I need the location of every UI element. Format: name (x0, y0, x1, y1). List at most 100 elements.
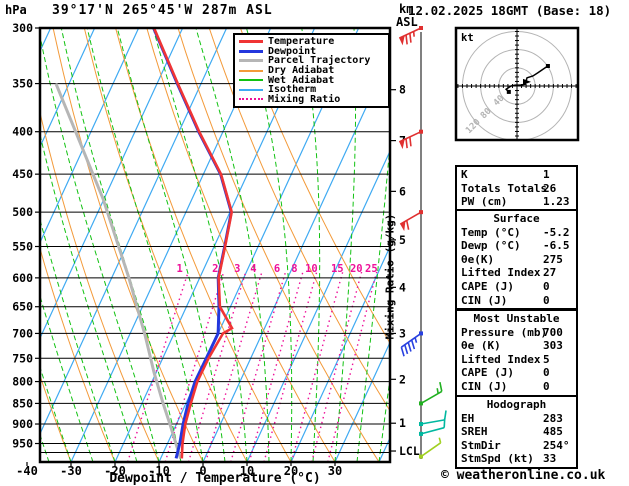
table-header: Hodograph (486, 398, 547, 411)
table-row-value: 700 (543, 325, 563, 339)
dry-adiabat-line (40, 110, 160, 462)
mixing-ratio-tick-label: 2 (212, 263, 218, 275)
table-row-value: 0 (543, 293, 550, 307)
table-row: Lifted Index 5 (457, 353, 576, 367)
hodograph: 4080120 (456, 28, 578, 140)
pressure-tick-label: 500 (12, 205, 33, 219)
credit-footer: © weatheronline.co.uk (441, 468, 606, 483)
table-row-value: 303 (543, 339, 563, 353)
table-row-label: CAPE (J) (461, 279, 514, 293)
table-row-label: Temp (°C) (461, 225, 521, 239)
mixing-ratio-tick-label: 10 (305, 263, 318, 275)
table-row-label: Dewp (°C) (461, 239, 521, 253)
table-header: Surface (493, 212, 540, 225)
legend: Temperature Dewpoint Parcel Trajectory Dry … (233, 33, 390, 109)
table-row-label: K (461, 168, 468, 181)
wet-adiabat-line (60, 28, 182, 462)
run-datetime-label: 12.02.2025 18GMT (Base: 18) (408, 3, 612, 18)
table-row-label: θe(K) (461, 252, 495, 266)
table-row: EH 283 (457, 412, 576, 426)
page-title: 39°17'N 265°45'W 287m ASL (52, 3, 273, 18)
table-row-label: PW (cm) (461, 195, 508, 209)
table-row-label: Totals Totals (461, 181, 548, 195)
km-tick-label: 8 (399, 83, 406, 97)
table-row: CIN (J) 0 (457, 380, 576, 394)
table-row-label: CAPE (J) (461, 366, 514, 380)
legend-item: Mixing Ratio (239, 93, 388, 105)
mixing-ratio-tick-label: 15 (331, 263, 344, 275)
table-row: K1 (457, 168, 576, 182)
table-row-value: 0 (543, 379, 550, 393)
table-row-value: 27 (543, 266, 557, 280)
table-row-label: StmDir (461, 438, 501, 452)
pressure-tick-label: 550 (12, 239, 33, 253)
table-row: SREH 485 (457, 425, 576, 439)
table-row-label: Lifted Index (461, 352, 541, 366)
table-row-value: 485 (543, 425, 563, 439)
table-row-value: 275 (543, 252, 563, 266)
pressure-unit-label: hPa (5, 3, 27, 17)
mixing-ratio-axis-title: Mixing Ratio (g/kg) (383, 213, 397, 340)
table-row-value: 254° (543, 438, 570, 452)
mixing-ratio-tick-label: 6 (274, 263, 280, 275)
mixing-ratio-tick-label: 8 (291, 263, 297, 275)
hodograph-trace (504, 65, 549, 93)
wind-barb (419, 437, 442, 459)
pressure-tick-label: 450 (12, 167, 33, 181)
legend-item-label: Mixing Ratio (268, 93, 341, 105)
mixing-ratio-line (187, 271, 247, 462)
table-row-value: 1.23 (543, 195, 570, 209)
table-row: PW (cm) 1.23 (457, 195, 576, 209)
table-row-value: -5.2 (543, 225, 570, 239)
km-tick-label: 1 (399, 416, 406, 430)
table-row-label: CIN (J) (461, 379, 508, 393)
isotherm-line (40, 28, 228, 436)
table-row: Pressure (mb) 700 (457, 326, 576, 340)
pressure-tick-label: 750 (12, 351, 33, 365)
pressure-tick-label: 800 (12, 375, 33, 389)
table-row: Lifted Index 27 (457, 266, 576, 280)
table-row-value: -6.5 (543, 239, 570, 253)
pressure-tick-label: 650 (12, 300, 33, 314)
skewt-sounding-page: { "header": { "title": "39°17'N 265°45'W… (0, 0, 629, 486)
legend-line-sample (239, 79, 263, 82)
temperature-trace (152, 28, 234, 459)
table-row: CIN (J) 0 (457, 294, 576, 308)
mixing-ratio-tick-label: 4 (250, 263, 256, 275)
km-tick-label: 4 (399, 280, 406, 294)
indices-table: Hodograph EH 283 SREH 485 StmDir 254° StmSpd (k… (455, 395, 578, 469)
pressure-tick-label: 700 (12, 326, 33, 340)
mixing-ratio-tick-label: 20 (350, 263, 363, 275)
table-row: θe (K) 303 (457, 339, 576, 353)
table-row-label: Lifted Index (461, 266, 541, 280)
pressure-tick-label: 350 (12, 77, 33, 91)
parcel-trajectory-trace (54, 83, 182, 459)
table-row: Dewp (°C) -6.5 (457, 239, 576, 253)
table-row-value: 0 (543, 366, 550, 380)
km-tick-label: 6 (399, 184, 406, 198)
hodograph-ring-label: 40 (492, 94, 507, 109)
table-row-label: θe (K) (461, 339, 501, 353)
temperature-axis-title: Dewpoint / Temperature (°C) (109, 471, 321, 486)
table-row: CAPE (J) 0 (457, 280, 576, 294)
wind-barb (419, 381, 443, 406)
table-row: θe(K) 275 (457, 253, 576, 267)
hodograph-ring-label: 80 (479, 106, 494, 121)
table-row: StmSpd (kt) 33 (457, 452, 576, 466)
pressure-tick-label: 300 (12, 21, 33, 35)
table-row-value: 1 (543, 168, 550, 181)
table-row-value: 0 (543, 279, 550, 293)
legend-line-sample (239, 88, 263, 91)
mixing-ratio-tick-label: 3 (234, 263, 240, 275)
table-row-value: 26 (543, 181, 557, 195)
mixing-ratio-tick-label: 1 (177, 263, 183, 275)
indices-table: Surface Temp (°C) -5.2 Dewp (°C) -6.5 θe(K) 27… (455, 209, 578, 311)
table-row-label: SREH (461, 425, 488, 439)
km-tick-label: 5 (399, 233, 406, 247)
table-row-label: CIN (J) (461, 293, 508, 307)
table-row-label: Pressure (mb) (461, 325, 548, 339)
table-row: Totals Totals 26 (457, 182, 576, 196)
mixing-ratio-line (248, 271, 304, 462)
pressure-tick-label: 400 (12, 125, 33, 139)
table-row: CAPE (J) 0 (457, 366, 576, 380)
